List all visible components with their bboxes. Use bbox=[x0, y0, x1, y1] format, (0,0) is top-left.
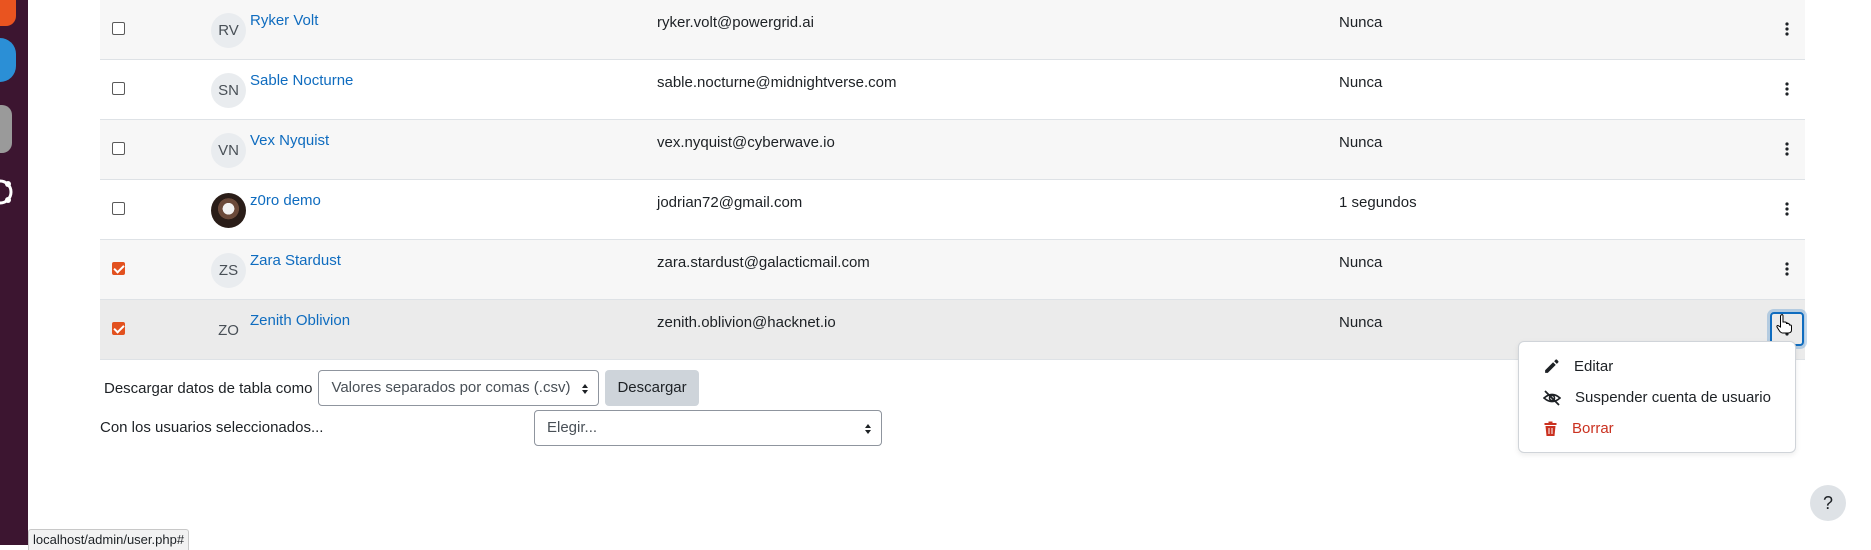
download-format-value: Valores separados por comas (.csv) bbox=[331, 379, 571, 396]
bulk-action-select[interactable]: Elegir... bbox=[534, 410, 882, 446]
user-avatar: RV bbox=[211, 13, 246, 48]
select-arrows-icon bbox=[582, 384, 589, 394]
menu-item-label: Suspender cuenta de usuario bbox=[1575, 389, 1771, 406]
last-access: Nunca bbox=[1339, 314, 1383, 331]
dock-app-icon[interactable] bbox=[0, 105, 12, 153]
user-name-link[interactable]: Sable Nocturne bbox=[250, 72, 353, 89]
dock-app-icon[interactable] bbox=[0, 38, 16, 82]
ubuntu-dock bbox=[0, 0, 28, 545]
menu-item-delete[interactable]: Borrar bbox=[1543, 420, 1614, 437]
row-actions-button[interactable] bbox=[1770, 252, 1804, 286]
trash-icon bbox=[1544, 421, 1557, 436]
eye-slash-icon bbox=[1543, 389, 1561, 406]
menu-item-label: Editar bbox=[1574, 358, 1614, 375]
dock-ubuntu-icon[interactable] bbox=[0, 172, 14, 212]
download-button[interactable]: Descargar bbox=[605, 370, 699, 406]
menu-item-label: Borrar bbox=[1572, 420, 1614, 437]
download-label: Descargar datos de tabla como bbox=[104, 379, 313, 397]
kebab-icon bbox=[1785, 82, 1789, 96]
user-email: ryker.volt@powergrid.ai bbox=[657, 14, 814, 31]
table-row: VN Vex Nyquist vex.nyquist@cyberwave.io … bbox=[100, 120, 1805, 180]
bulk-action-value: Elegir... bbox=[547, 419, 598, 436]
user-avatar-photo bbox=[211, 193, 246, 228]
user-avatar: ZS bbox=[211, 253, 246, 288]
user-email: zenith.oblivion@hacknet.io bbox=[657, 314, 836, 331]
user-avatar: VN bbox=[211, 133, 246, 168]
user-name-link[interactable]: Zara Stardust bbox=[250, 252, 341, 269]
table-row: SN Sable Nocturne sable.nocturne@midnigh… bbox=[100, 60, 1805, 120]
users-table: RV Ryker Volt ryker.volt@powergrid.ai Nu… bbox=[100, 0, 1805, 360]
row-actions-button[interactable] bbox=[1770, 72, 1804, 106]
dock-app-icon[interactable] bbox=[0, 0, 16, 26]
user-name-link[interactable]: Ryker Volt bbox=[250, 12, 318, 29]
user-email: sable.nocturne@midnightverse.com bbox=[657, 74, 897, 91]
row-actions-button[interactable] bbox=[1770, 192, 1804, 226]
download-table-form: Descargar datos de tabla como Valores se… bbox=[104, 370, 699, 406]
last-access: Nunca bbox=[1339, 14, 1383, 31]
select-arrows-icon bbox=[865, 424, 871, 434]
kebab-icon bbox=[1785, 142, 1789, 156]
user-name-link[interactable]: Vex Nyquist bbox=[250, 132, 329, 149]
user-avatar: SN bbox=[211, 73, 246, 108]
user-email: zara.stardust@galacticmail.com bbox=[657, 254, 870, 271]
user-name-link[interactable]: Zenith Oblivion bbox=[250, 312, 350, 329]
last-access: Nunca bbox=[1339, 134, 1383, 151]
table-row: z0ro demo jodrian72@gmail.com 1 segundos bbox=[100, 180, 1805, 240]
table-row: RV Ryker Volt ryker.volt@powergrid.ai Nu… bbox=[100, 0, 1805, 60]
row-select-checkbox[interactable] bbox=[112, 202, 125, 215]
hand-pointer-icon bbox=[1776, 314, 1792, 339]
row-select-checkbox[interactable] bbox=[112, 142, 125, 155]
row-select-checkbox[interactable] bbox=[112, 262, 125, 275]
row-actions-button[interactable] bbox=[1770, 12, 1804, 46]
table-row: ZS Zara Stardust zara.stardust@galacticm… bbox=[100, 240, 1805, 300]
bulk-action-label: Con los usuarios seleccionados... bbox=[100, 419, 324, 436]
user-name-link[interactable]: z0ro demo bbox=[250, 192, 321, 209]
status-bar-url: localhost/admin/user.php# bbox=[28, 529, 190, 550]
last-access: Nunca bbox=[1339, 254, 1383, 271]
help-button[interactable]: ? bbox=[1810, 485, 1846, 521]
user-avatar: ZO bbox=[218, 322, 239, 339]
row-select-checkbox[interactable] bbox=[112, 82, 125, 95]
download-format-select[interactable]: Valores separados por comas (.csv) bbox=[318, 370, 600, 406]
last-access: 1 segundos bbox=[1339, 194, 1417, 211]
row-actions-button[interactable] bbox=[1770, 132, 1804, 166]
menu-item-edit[interactable]: Editar bbox=[1543, 358, 1613, 375]
row-select-checkbox[interactable] bbox=[112, 22, 125, 35]
menu-item-suspend[interactable]: Suspender cuenta de usuario bbox=[1543, 389, 1771, 406]
row-select-checkbox[interactable] bbox=[112, 322, 125, 335]
kebab-icon bbox=[1785, 202, 1789, 216]
pencil-icon bbox=[1545, 359, 1559, 373]
kebab-icon bbox=[1785, 262, 1789, 276]
user-email: vex.nyquist@cyberwave.io bbox=[657, 134, 835, 151]
last-access: Nunca bbox=[1339, 74, 1383, 91]
row-actions-menu: Editar Suspender cuenta de usuario Borra… bbox=[1518, 341, 1796, 453]
user-email: jodrian72@gmail.com bbox=[657, 194, 803, 211]
kebab-icon bbox=[1785, 22, 1789, 36]
